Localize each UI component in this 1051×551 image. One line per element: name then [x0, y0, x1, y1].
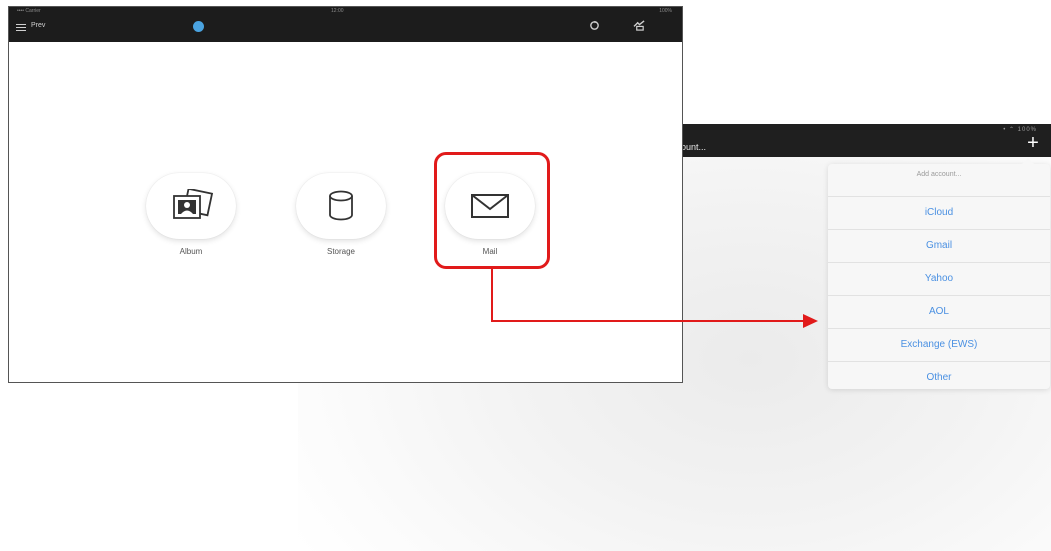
pointer-arrow — [491, 269, 818, 328]
composite-illustration: • ⌃ 100% ount... + Add account... iCloud… — [0, 0, 1051, 551]
